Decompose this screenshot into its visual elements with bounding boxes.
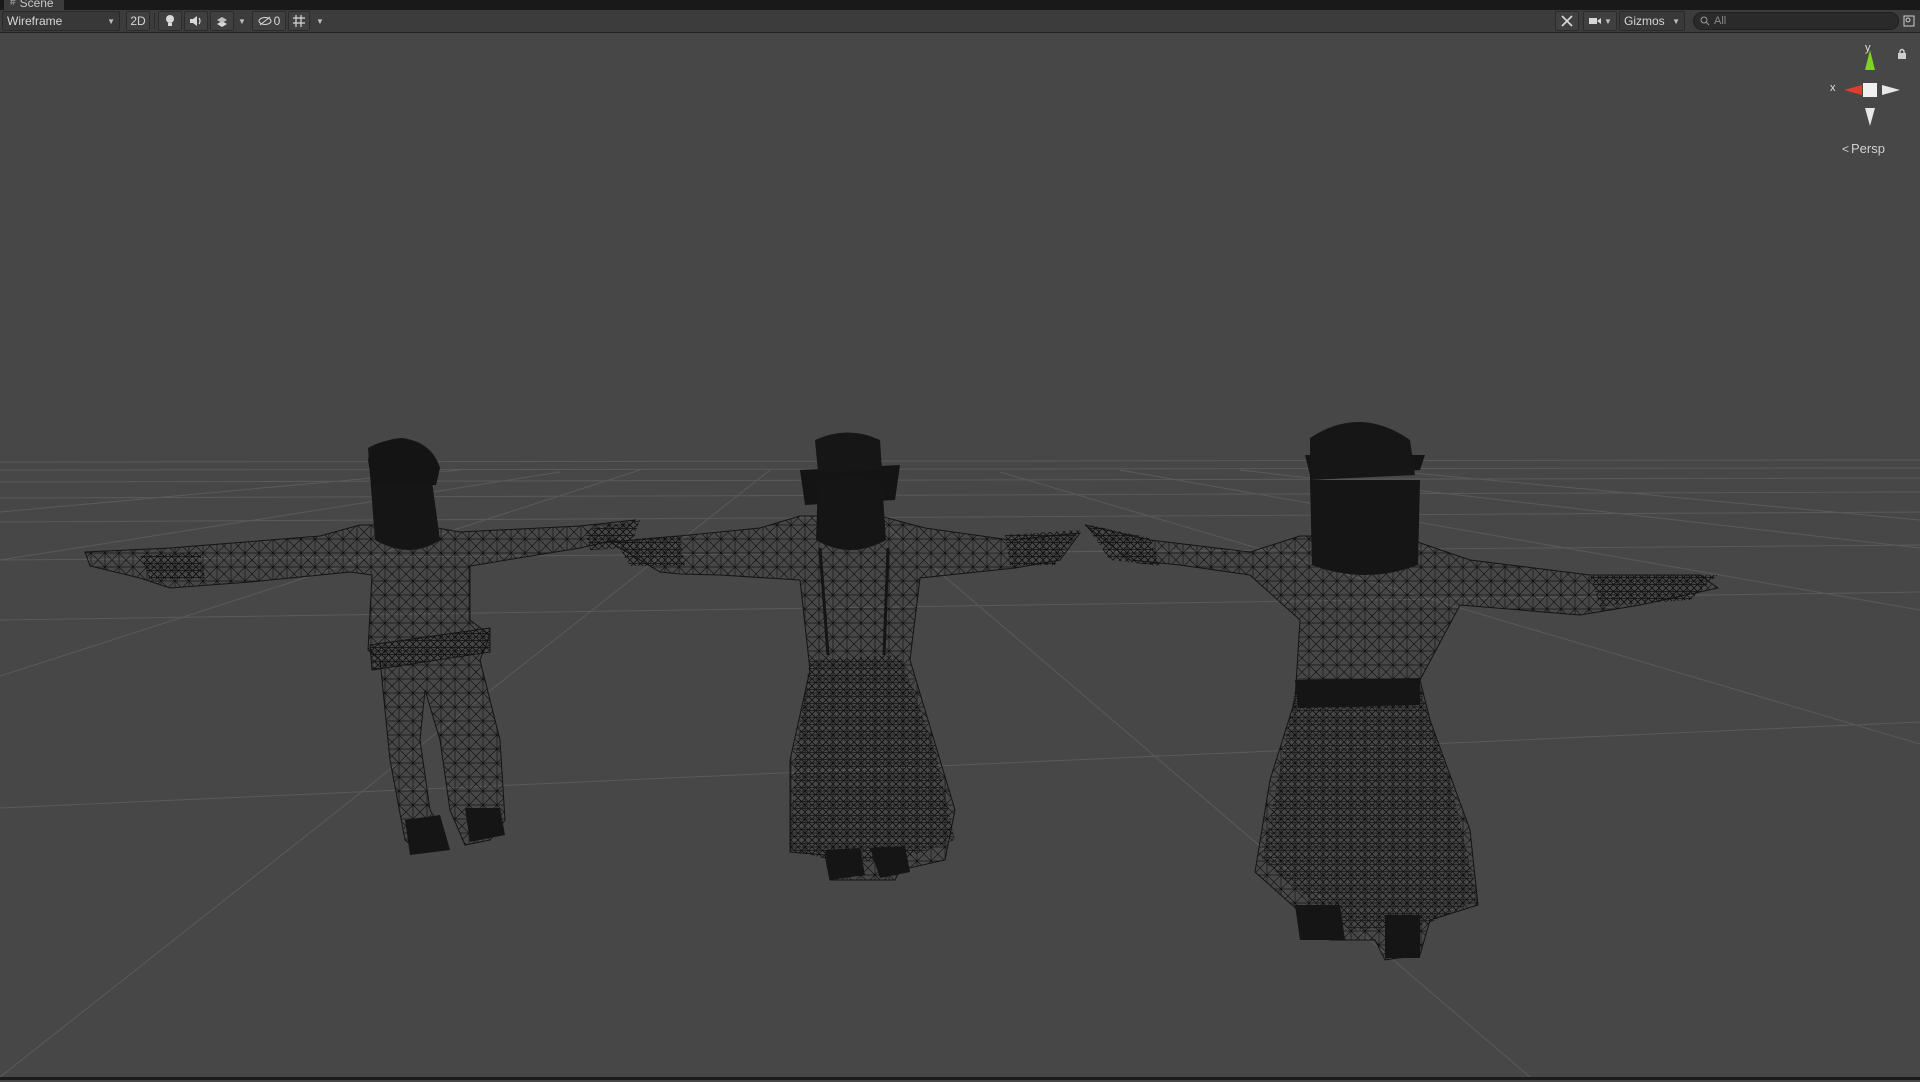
grid-toggle-button[interactable] xyxy=(288,11,310,31)
scene-canvas[interactable] xyxy=(0,34,1920,1078)
chevron-down-icon: ▼ xyxy=(1672,16,1680,26)
scene-effects-button[interactable] xyxy=(210,11,234,31)
grid-icon xyxy=(293,15,305,27)
effects-dropdown[interactable]: ▼ xyxy=(236,11,248,31)
projection-label: Persp xyxy=(1851,141,1885,156)
x-axis-cone xyxy=(1844,85,1862,95)
neg-x-axis-cone xyxy=(1882,85,1900,95)
hidden-count: 0 xyxy=(273,14,281,28)
gizmo-x-label: x xyxy=(1830,82,1836,94)
gizmo-center-cube xyxy=(1863,83,1877,97)
grid-dropdown[interactable]: ▼ xyxy=(314,11,326,31)
camera-icon xyxy=(1589,18,1602,24)
hash-icon: # xyxy=(10,0,16,8)
toggle-2d-button[interactable]: 2D xyxy=(126,11,150,31)
character-right[interactable] xyxy=(1084,421,1720,961)
character-middle[interactable] xyxy=(608,432,1082,881)
search-input[interactable]: All xyxy=(1693,12,1899,30)
toolbar-divider xyxy=(154,13,155,29)
speaker-icon xyxy=(190,16,201,26)
scene-toolbar: Wireframe ▼ 2D ▼ 0 ▼ ▼ Gizmos ▼ All xyxy=(0,10,1920,33)
scene-viewport[interactable]: y x xyxy=(0,34,1920,1078)
search-icon xyxy=(1700,16,1710,26)
draw-mode-dropdown[interactable]: Wireframe ▼ xyxy=(2,11,120,31)
gizmo-y-label: y xyxy=(1865,42,1871,54)
draw-mode-label: Wireframe xyxy=(7,14,63,28)
tab-scene[interactable]: # Scene xyxy=(4,0,64,10)
search-options-icon xyxy=(1903,15,1915,27)
neg-y-axis-cone xyxy=(1865,108,1875,126)
lock-icon[interactable] xyxy=(1897,48,1907,60)
tools-icon xyxy=(1561,15,1573,27)
camera-settings-button[interactable]: ▼ xyxy=(1583,11,1617,31)
perspective-icon: < xyxy=(1842,141,1850,156)
projection-toggle[interactable]: < Persp xyxy=(1842,141,1885,156)
search-options-button[interactable] xyxy=(1900,11,1918,31)
tools-button[interactable] xyxy=(1555,11,1579,31)
eye-hidden-icon xyxy=(258,16,272,26)
search-placeholder: All xyxy=(1714,15,1727,27)
gizmos-dropdown[interactable]: Gizmos ▼ xyxy=(1619,11,1685,31)
chevron-down-icon: ▼ xyxy=(238,16,246,26)
chevron-down-icon: ▼ xyxy=(316,16,324,26)
toggle-2d-label: 2D xyxy=(130,14,146,28)
scene-audio-button[interactable] xyxy=(184,11,208,31)
gizmos-label: Gizmos xyxy=(1624,14,1665,28)
hidden-objects-toggle[interactable]: 0 xyxy=(252,11,286,31)
lightbulb-icon xyxy=(166,15,174,26)
chevron-down-icon: ▼ xyxy=(107,16,115,26)
tab-scene-label: Scene xyxy=(19,0,54,10)
scene-lighting-button[interactable] xyxy=(158,11,182,31)
chevron-down-icon: ▼ xyxy=(1604,16,1612,26)
effects-icon xyxy=(217,17,227,27)
character-left[interactable] xyxy=(84,438,640,855)
